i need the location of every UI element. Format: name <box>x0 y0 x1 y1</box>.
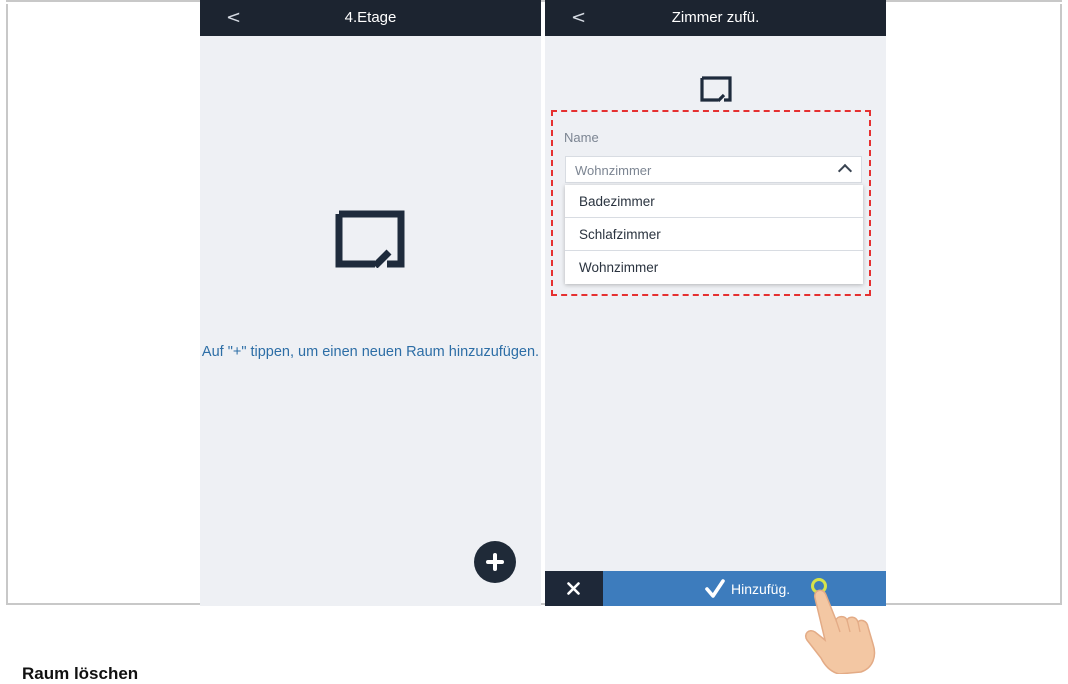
room-name-select[interactable]: Wohnzimmer <box>565 156 862 183</box>
section-heading: Raum löschen <box>22 664 139 683</box>
screen-title: Zimmer zufü. <box>671 9 760 26</box>
option-badezimmer[interactable]: Badezimmer <box>565 185 863 218</box>
option-schlafzimmer[interactable]: Schlafzimmer <box>565 218 863 251</box>
add-room-screen: < Zimmer zufü. Name Wohnzimmer Badezimme… <box>545 0 886 606</box>
pointing-hand-icon <box>804 589 876 674</box>
add-room-button[interactable] <box>474 541 516 583</box>
title-bar: < Zimmer zufü. <box>545 0 886 36</box>
option-wohnzimmer[interactable]: Wohnzimmer <box>565 251 863 284</box>
checkmark-icon <box>705 578 725 598</box>
title-bar: < 4.Etage <box>200 0 541 36</box>
empty-hint-text: Auf "+" tippen, um einen neuen Raum hinz… <box>201 344 540 360</box>
cancel-button[interactable] <box>545 571 603 606</box>
name-label: Name <box>564 130 599 145</box>
confirm-label: Hinzufüg. <box>731 580 791 597</box>
select-value: Wohnzimmer <box>575 163 652 178</box>
room-name-dropdown: Badezimmer Schlafzimmer Wohnzimmer <box>565 185 863 284</box>
close-icon <box>567 582 580 595</box>
screen-title: 4.Etage <box>344 9 397 26</box>
floor-screen: < 4.Etage Auf "+" tippen, um einen neuen… <box>200 0 541 606</box>
room-icon <box>700 76 732 102</box>
confirm-add-button[interactable]: Hinzufüg. <box>705 571 790 606</box>
room-icon <box>335 210 405 268</box>
chevron-up-icon <box>837 163 853 179</box>
